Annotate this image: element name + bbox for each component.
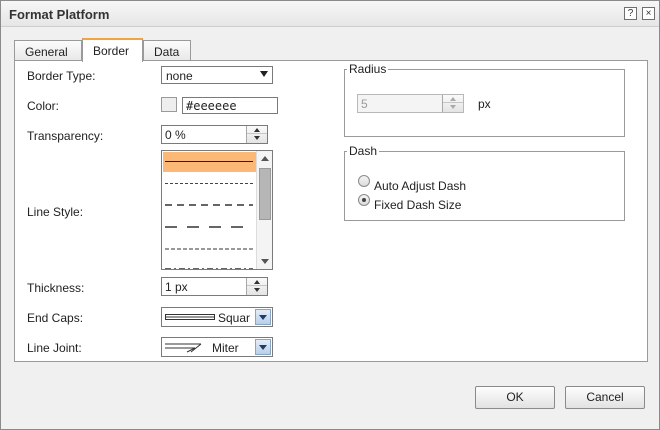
arrow-up-icon	[254, 128, 260, 132]
line-style-scrollbar[interactable]	[256, 151, 272, 269]
radius-legend: Radius	[349, 62, 387, 76]
fixed-dash-size-radio[interactable]	[358, 194, 370, 206]
decrement-button[interactable]	[247, 286, 267, 294]
dialog-title: Format Platform	[9, 7, 110, 22]
radius-group: Radius 5 px	[344, 62, 625, 137]
stepper-buttons	[246, 126, 267, 143]
end-caps-combo[interactable]: Squar	[161, 307, 273, 327]
ok-button[interactable]: OK	[475, 386, 555, 409]
line-style-list[interactable]	[161, 150, 273, 270]
line-joint-value: Miter	[212, 341, 239, 355]
arrow-down-icon	[254, 288, 260, 292]
scroll-thumb[interactable]	[259, 168, 271, 220]
line-joint-icon	[165, 343, 202, 353]
tab-data[interactable]: Data	[143, 40, 191, 61]
scroll-down-icon[interactable]	[261, 259, 269, 264]
line-sample	[165, 183, 253, 184]
line-style-label: Line Style:	[27, 205, 84, 219]
chevron-down-icon[interactable]	[255, 339, 271, 355]
transparency-label: Transparency:	[27, 129, 104, 143]
radius-value: 5	[361, 97, 368, 111]
line-sample	[165, 248, 253, 250]
fixed-dash-size-label[interactable]: Fixed Dash Size	[374, 198, 461, 212]
end-caps-label: End Caps:	[27, 311, 84, 325]
line-sample	[165, 204, 253, 206]
line-style-fine-dash-2[interactable]	[163, 240, 256, 260]
line-style-dash[interactable]	[163, 196, 256, 216]
transparency-stepper[interactable]: 0 %	[161, 125, 268, 144]
end-caps-value: Squar	[218, 311, 251, 325]
scroll-up-icon[interactable]	[261, 156, 269, 161]
border-type-value: none	[166, 69, 193, 83]
border-type-select[interactable]: none	[161, 66, 273, 84]
stepper-buttons	[246, 278, 267, 295]
line-joint-label: Line Joint:	[27, 341, 82, 355]
border-type-label: Border Type:	[27, 69, 96, 83]
border-tab-panel: Border Type: none Color: #eeeeee Transpa…	[14, 60, 648, 362]
dash-legend: Dash	[349, 144, 378, 158]
arrow-down-icon	[450, 105, 456, 109]
color-label: Color:	[27, 99, 60, 113]
increment-button[interactable]	[247, 278, 267, 286]
stepper-buttons	[442, 95, 463, 112]
decrement-button[interactable]	[443, 103, 463, 111]
radius-unit: px	[478, 97, 491, 111]
chevron-down-icon[interactable]	[255, 309, 271, 325]
radius-stepper[interactable]: 5	[357, 94, 464, 113]
auto-adjust-dash-radio[interactable]	[358, 175, 370, 187]
increment-button[interactable]	[247, 126, 267, 134]
line-sample	[165, 226, 253, 228]
line-sample	[165, 161, 253, 162]
dash-group: Dash Auto Adjust Dash Fixed Dash Size	[344, 144, 625, 221]
line-joint-combo[interactable]: Miter	[161, 337, 273, 357]
line-style-mixed-dash[interactable]	[163, 260, 256, 269]
color-swatch[interactable]	[161, 97, 177, 112]
help-button[interactable]: ?	[624, 7, 637, 20]
increment-button[interactable]	[443, 95, 463, 103]
tab-general[interactable]: General	[14, 40, 82, 61]
title-bar: Format Platform ? ×	[1, 1, 659, 27]
tab-border[interactable]: Border	[82, 38, 143, 62]
thickness-stepper[interactable]: 1 px	[161, 277, 268, 296]
arrow-up-icon	[450, 97, 456, 101]
line-sample	[165, 268, 253, 269]
line-style-solid[interactable]	[163, 152, 256, 172]
arrow-down-icon	[254, 136, 260, 140]
format-platform-dialog: Format Platform ? × General Border Data …	[0, 0, 660, 430]
end-caps-icon	[165, 314, 215, 320]
line-style-fine-dash[interactable]	[163, 174, 256, 194]
close-button[interactable]: ×	[642, 7, 655, 20]
thickness-label: Thickness:	[27, 281, 85, 295]
auto-adjust-dash-label[interactable]: Auto Adjust Dash	[374, 179, 466, 193]
transparency-value: 0 %	[165, 128, 186, 142]
color-field[interactable]: #eeeeee	[182, 97, 278, 114]
thickness-value: 1 px	[165, 280, 188, 294]
line-style-long-dash[interactable]	[163, 218, 256, 238]
chevron-down-icon	[260, 71, 268, 77]
cancel-button[interactable]: Cancel	[565, 386, 645, 409]
arrow-up-icon	[254, 280, 260, 284]
decrement-button[interactable]	[247, 134, 267, 142]
